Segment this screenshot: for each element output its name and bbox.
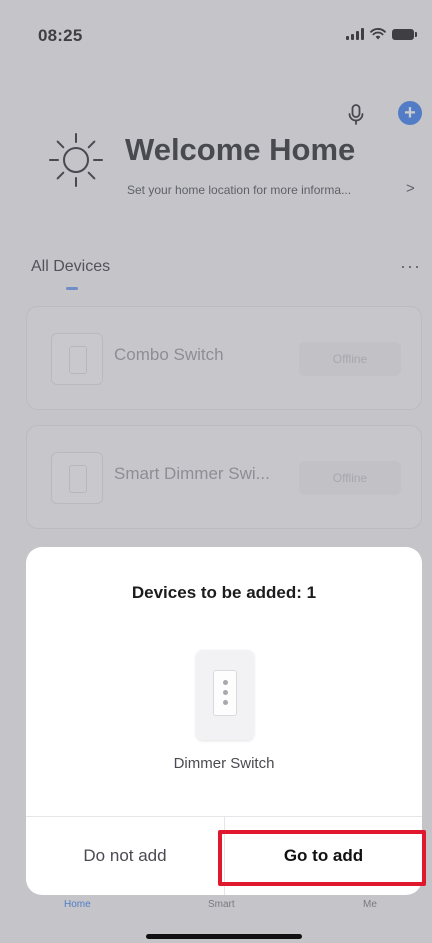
- dialog-title: Devices to be added: 1: [131, 583, 317, 602]
- do-not-add-button[interactable]: Do not add: [26, 817, 224, 895]
- device-label: Dimmer Switch: [173, 755, 275, 772]
- add-devices-dialog: Devices to be added: 1 Dimmer Switch Do …: [26, 547, 422, 895]
- home-indicator: [146, 934, 302, 939]
- dimmer-switch-image: [196, 650, 254, 740]
- go-to-add-button[interactable]: Go to add: [225, 817, 422, 895]
